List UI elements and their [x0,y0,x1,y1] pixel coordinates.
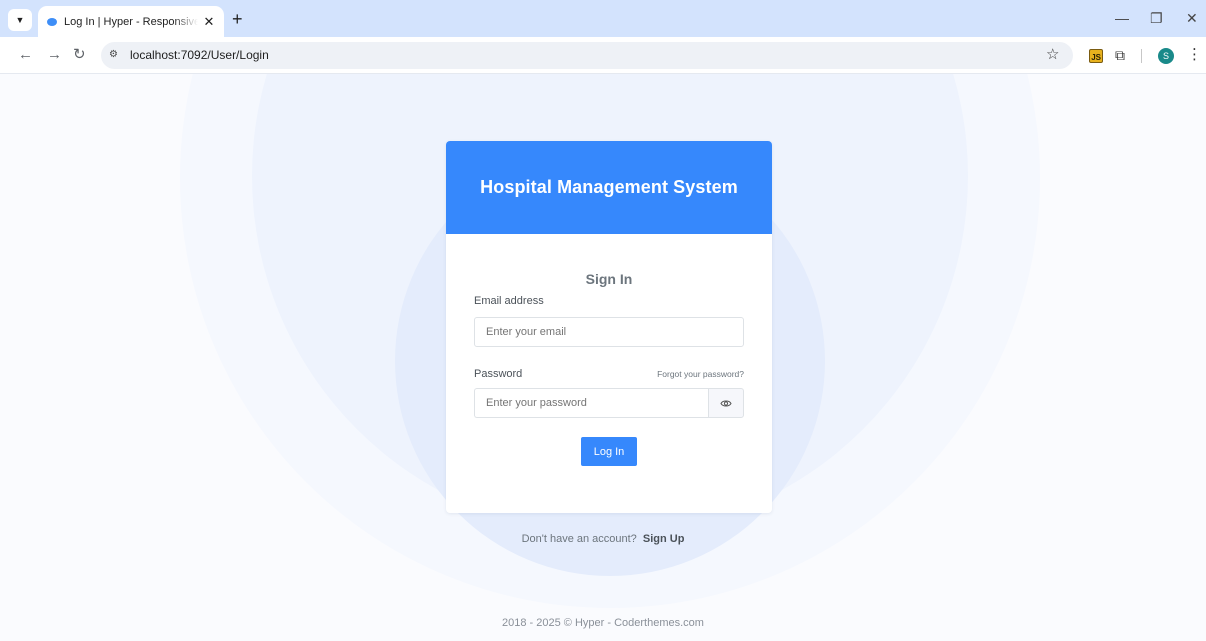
browser-tab-strip: ▼ Log In | Hyper - Responsive Bootstrap … [0,0,1206,37]
extensions-puzzle-icon[interactable]: ⧉ [1115,46,1125,64]
page-viewport: Hospital Management System Sign In Email… [0,74,1206,641]
browser-tab-active[interactable]: Log In | Hyper - Responsive Bootstrap ✕ [38,6,224,37]
password-input-group [474,388,744,418]
profile-avatar[interactable]: S [1158,48,1174,64]
toolbar-divider [1141,49,1142,63]
login-button[interactable]: Log In [581,437,637,466]
url-text[interactable]: localhost:7092/User/Login [130,48,269,63]
sign-in-heading: Sign In [585,271,633,287]
back-arrow-icon[interactable]: ← [18,47,33,63]
signup-prompt: Don't have an account? Sign Up [0,533,1206,545]
kebab-menu-icon[interactable]: ⋮ [1187,46,1202,64]
email-label: Email address [474,295,544,307]
footer-copyright: 2018 - 2025 © Hyper - Coderthemes.com [502,617,704,629]
eye-icon [720,400,732,406]
tab-search-button[interactable]: ▼ [8,9,32,31]
close-tab-icon[interactable]: ✕ [202,14,216,30]
new-tab-button[interactable]: + [232,9,243,29]
card-header: Hospital Management System [446,141,772,234]
forgot-password-link[interactable]: Forgot your password? [657,369,744,379]
address-bar[interactable]: ⚙ localhost:7092/User/Login [101,42,1073,69]
close-window-icon[interactable]: ✕ [1186,10,1198,26]
forward-arrow-icon[interactable]: → [47,47,62,63]
reload-icon[interactable]: ↻ [73,47,86,63]
minimize-icon[interactable]: — [1115,10,1129,26]
password-label: Password [474,368,523,380]
signup-prompt-text: Don't have an account? [521,533,637,545]
app-title: Hospital Management System [480,177,738,197]
restore-icon[interactable]: ❐ [1150,10,1163,26]
bookmark-star-icon[interactable]: ☆ [1046,46,1059,64]
tab-title: Log In | Hyper - Responsive Bootstrap [64,15,198,28]
login-card: Hospital Management System Sign In Email… [446,141,772,513]
email-field[interactable] [474,317,744,347]
js-extension-icon[interactable]: JS [1089,49,1103,63]
hyper-favicon-icon [47,17,57,26]
sign-up-link[interactable]: Sign Up [643,533,685,545]
site-info-icon[interactable]: ⚙ [109,47,118,63]
browser-toolbar: ← → ↻ ⚙ localhost:7092/User/Login ☆ JS ⧉… [0,37,1206,74]
show-password-button[interactable] [708,388,744,418]
chevron-down-icon: ▼ [15,15,25,25]
password-field[interactable] [474,388,708,418]
